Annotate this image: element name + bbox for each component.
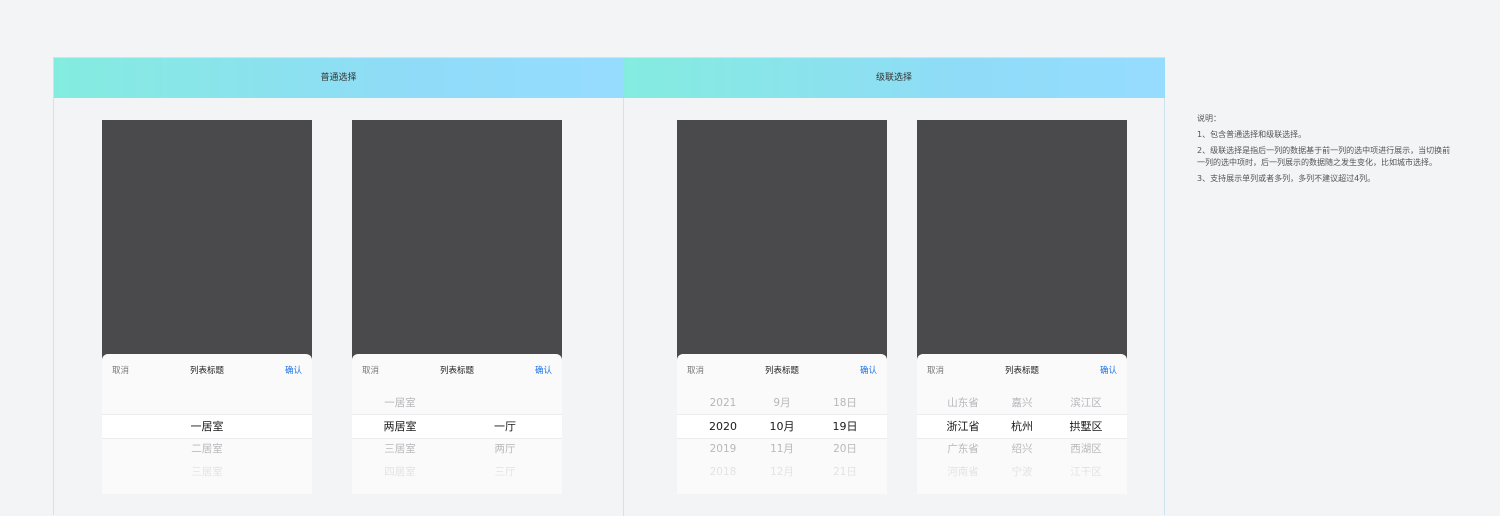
picker-sheet: 取消 列表标题 确认 2021 2020 2019 2018 9月 10月 11… — [677, 354, 887, 494]
picker-option[interactable]: 四居室 — [352, 461, 448, 484]
picker-option-selected[interactable]: 19日 — [823, 415, 867, 438]
picker-option[interactable]: 20日 — [823, 438, 867, 461]
picker-option[interactable]: 河南省 — [939, 461, 987, 484]
picker-option[interactable]: 江干区 — [1061, 461, 1111, 484]
confirm-button[interactable]: 确认 — [285, 364, 302, 376]
picker-sheet: 取消 列表标题 确认 一居室 二居室 三居室 — [102, 354, 312, 494]
notes-title: 说明： — [1197, 114, 1221, 123]
picker-option[interactable]: 二居室 — [102, 438, 312, 461]
picker-option[interactable]: 18日 — [823, 392, 867, 415]
note-item: 3、支持展示单列或者多列，多列不建议超过4列。 — [1197, 174, 1376, 183]
picker-option-selected[interactable]: 拱墅区 — [1061, 415, 1111, 438]
picker-toolbar: 取消 列表标题 确认 — [917, 354, 1127, 386]
picker-column-month[interactable]: 9月 10月 11月 12月 — [761, 392, 803, 484]
confirm-button[interactable]: 确认 — [1100, 364, 1117, 376]
picker-option-selected[interactable]: 10月 — [761, 415, 803, 438]
picker-title: 列表标题 — [1004, 366, 1039, 376]
picker-option[interactable]: 11月 — [761, 438, 803, 461]
phone-mockup: 取消 列表标题 确认 2021 2020 2019 2018 9月 10月 11… — [677, 120, 887, 494]
picker-option[interactable]: 嘉兴 — [1001, 392, 1043, 415]
picker-option[interactable]: 三居室 — [102, 461, 312, 484]
phone-mockup: 取消 列表标题 确认 一居室 两居室 三居室 四居室 一厅 两厅 三厅 — [352, 120, 562, 494]
picker-toolbar: 取消 列表标题 确认 — [352, 354, 562, 386]
picker-option[interactable]: 山东省 — [939, 392, 987, 415]
picker-option[interactable] — [448, 392, 562, 415]
section-normal-select: 普通选择 取消 列表标题 确认 一居室 二居室 三居室 取消 列表标题 确认 一… — [54, 58, 624, 516]
picker-toolbar: 取消 列表标题 确认 — [102, 354, 312, 386]
picker-option[interactable]: 滨江区 — [1061, 392, 1111, 415]
picker-option[interactable]: 两厅 — [448, 438, 562, 461]
picker-option-selected[interactable]: 浙江省 — [939, 415, 987, 438]
picker-option-selected[interactable]: 一厅 — [448, 415, 562, 438]
picker-option[interactable]: 宁波 — [1001, 461, 1043, 484]
picker-title: 列表标题 — [189, 366, 224, 376]
picker-option[interactable]: 西湖区 — [1061, 438, 1111, 461]
picker-column[interactable]: 一居室 两居室 三居室 四居室 — [352, 392, 448, 484]
picker-option[interactable]: 2021 — [701, 392, 745, 415]
picker-option-selected[interactable]: 2020 — [701, 415, 745, 438]
picker-option[interactable]: 12月 — [761, 461, 803, 484]
notes-panel: 说明： 1、包含普通选择和级联选择。 2、级联选择是指后一列的数据基于前一列的选… — [1197, 113, 1457, 189]
confirm-button[interactable]: 确认 — [535, 364, 552, 376]
picker-option[interactable]: 广东省 — [939, 438, 987, 461]
spec-board: 普通选择 取消 列表标题 确认 一居室 二居室 三居室 取消 列表标题 确认 一… — [53, 57, 1165, 516]
picker-column-city[interactable]: 嘉兴 杭州 绍兴 宁波 — [1001, 392, 1043, 484]
picker-sheet: 取消 列表标题 确认 一居室 两居室 三居室 四居室 一厅 两厅 三厅 — [352, 354, 562, 494]
picker-option[interactable]: 9月 — [761, 392, 803, 415]
picker-option-selected[interactable]: 一居室 — [102, 415, 312, 438]
picker-title: 列表标题 — [764, 366, 799, 376]
picker-option-selected[interactable]: 杭州 — [1001, 415, 1043, 438]
picker-option[interactable]: 三厅 — [448, 461, 562, 484]
picker-option[interactable]: 三居室 — [352, 438, 448, 461]
picker-column-day[interactable]: 18日 19日 20日 21日 — [823, 392, 867, 484]
section-header: 普通选择 — [54, 58, 623, 98]
picker-option[interactable] — [102, 392, 312, 415]
picker-column-year[interactable]: 2021 2020 2019 2018 — [701, 392, 745, 484]
picker-column-district[interactable]: 滨江区 拱墅区 西湖区 江干区 — [1061, 392, 1111, 484]
picker-title: 列表标题 — [439, 366, 474, 376]
picker-sheet: 取消 列表标题 确认 山东省 浙江省 广东省 河南省 嘉兴 杭州 绍兴 宁波 滨… — [917, 354, 1127, 494]
note-item: 1、包含普通选择和级联选择。 — [1197, 130, 1307, 139]
picker-option[interactable]: 绍兴 — [1001, 438, 1043, 461]
picker-option-selected[interactable]: 两居室 — [352, 415, 448, 438]
phone-mockup: 取消 列表标题 确认 一居室 二居室 三居室 — [102, 120, 312, 494]
picker-option[interactable]: 2018 — [701, 461, 745, 484]
picker-toolbar: 取消 列表标题 确认 — [677, 354, 887, 386]
section-cascade-select: 级联选择 取消 列表标题 确认 2021 2020 2019 2018 9月 1… — [623, 58, 1165, 516]
note-item: 2、级联选择是指后一列的数据基于前一列的选中项进行展示，当切换前一列的选中项时，… — [1197, 146, 1451, 167]
picker-column-province[interactable]: 山东省 浙江省 广东省 河南省 — [939, 392, 987, 484]
confirm-button[interactable]: 确认 — [860, 364, 877, 376]
picker-column[interactable]: 一厅 两厅 三厅 — [448, 392, 562, 484]
picker-option[interactable]: 一居室 — [352, 392, 448, 415]
phone-mockup: 取消 列表标题 确认 山东省 浙江省 广东省 河南省 嘉兴 杭州 绍兴 宁波 滨… — [917, 120, 1127, 494]
picker-option[interactable]: 2019 — [701, 438, 745, 461]
picker-option[interactable]: 21日 — [823, 461, 867, 484]
picker-column[interactable]: 一居室 二居室 三居室 — [102, 392, 312, 484]
section-header: 级联选择 — [623, 58, 1165, 98]
